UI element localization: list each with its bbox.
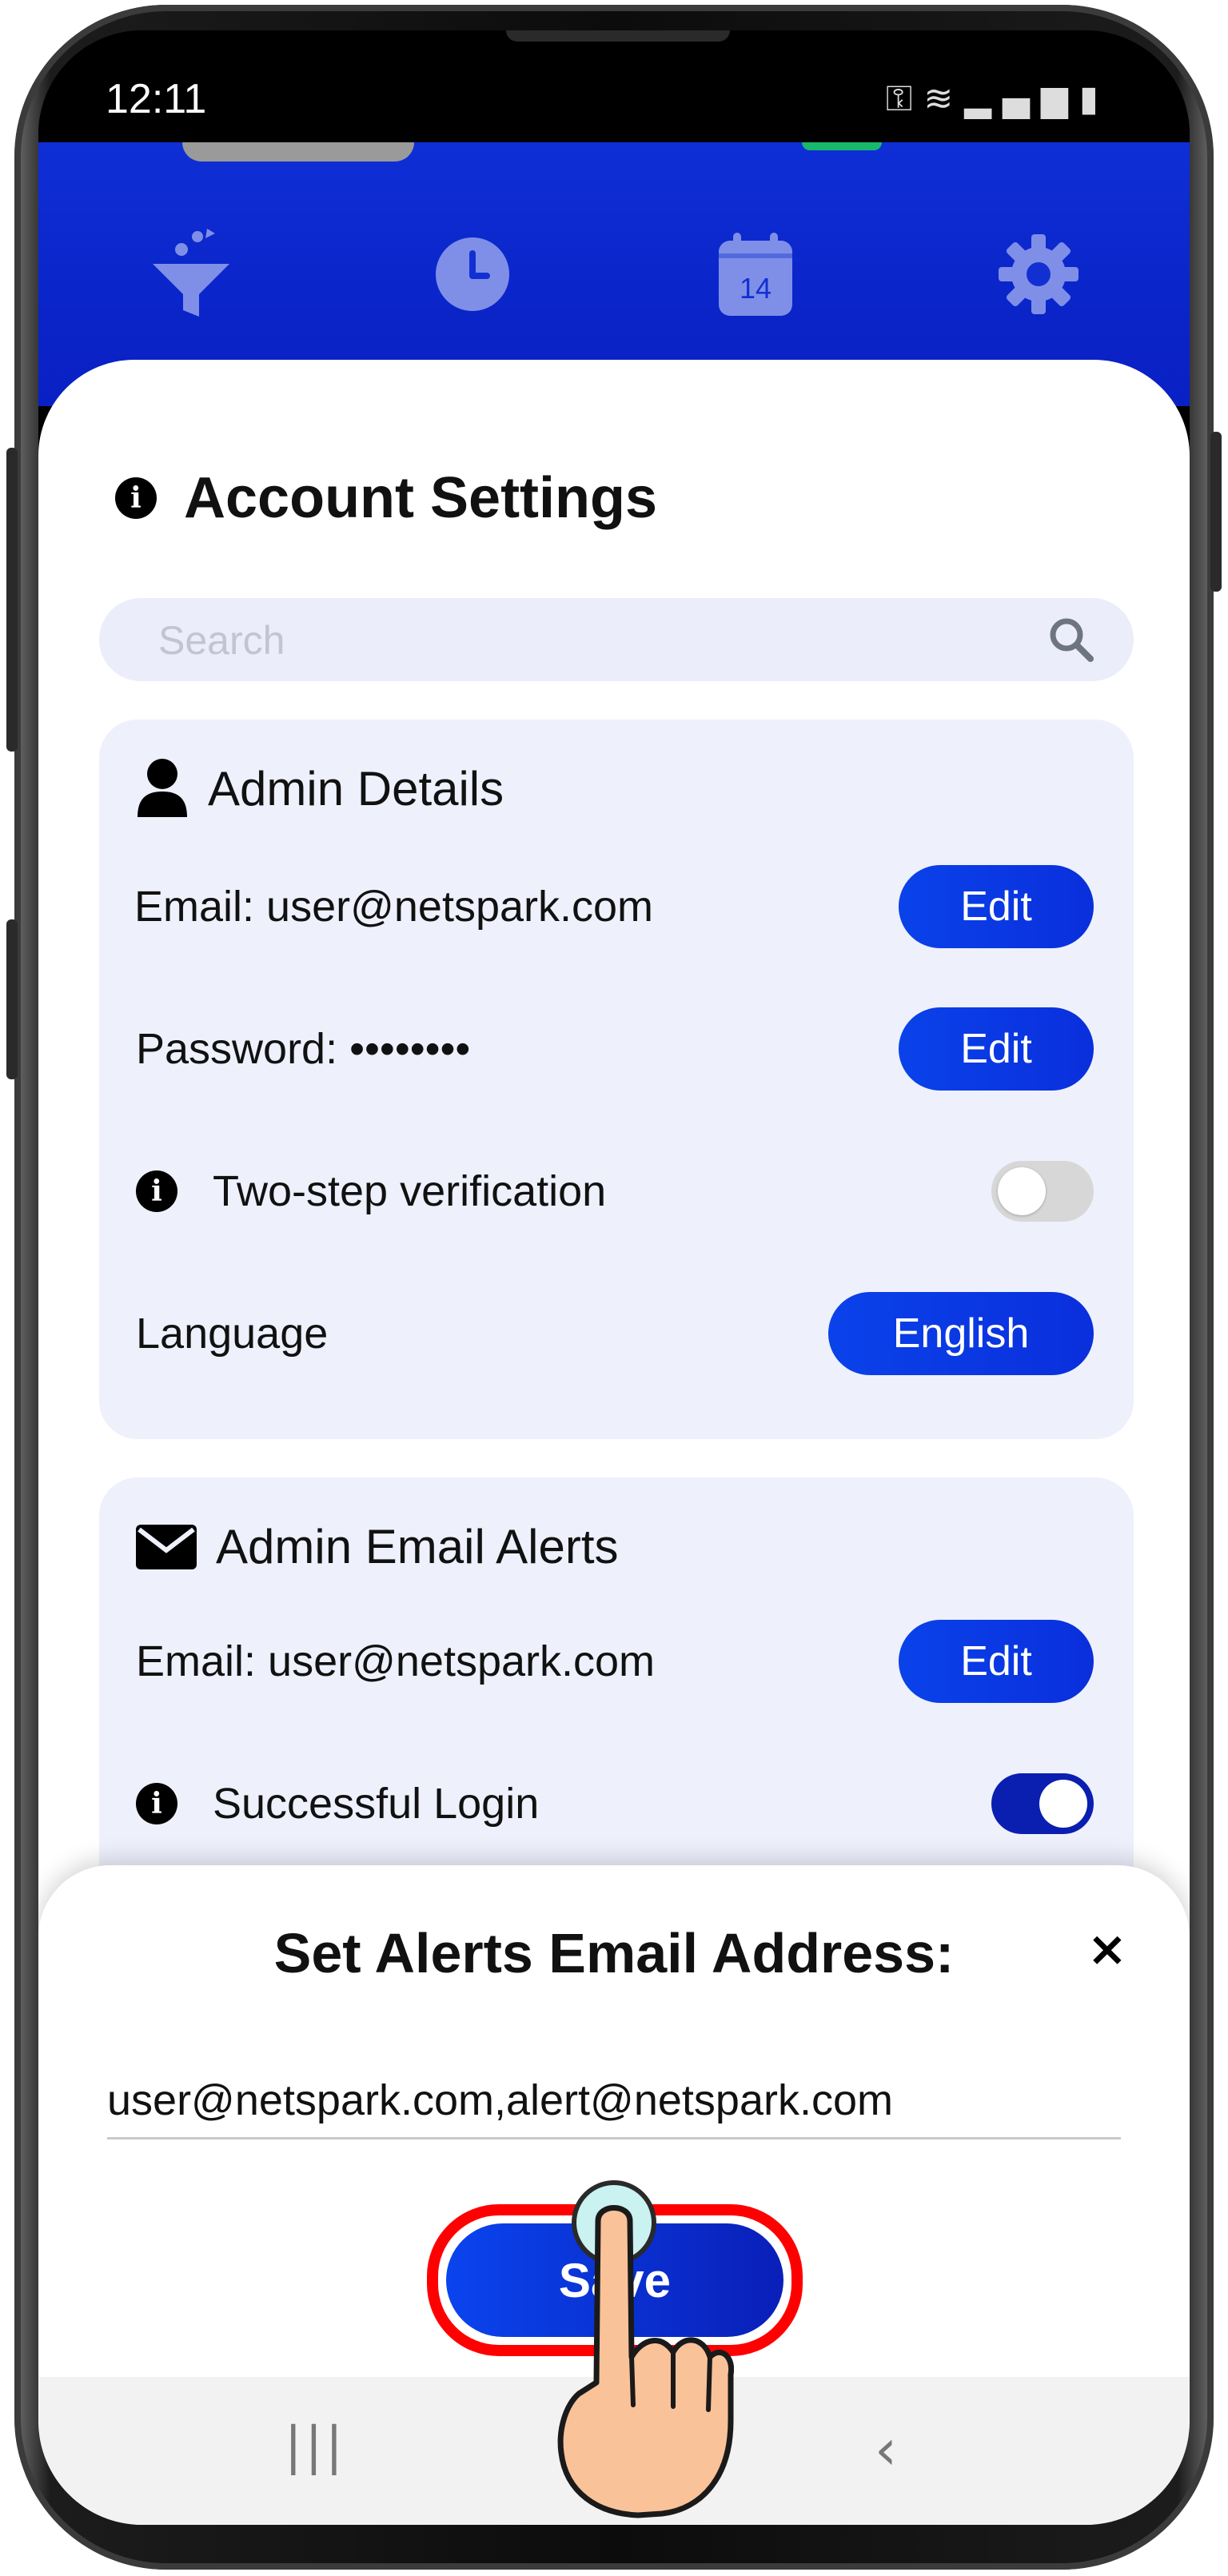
wifi-icon: ≋ bbox=[923, 78, 965, 119]
status-bar: 12:11 ⚿≋▂▄▆▮ bbox=[38, 30, 1190, 142]
recent-apps-icon[interactable]: ||| bbox=[285, 2417, 346, 2476]
screen: 12:11 ⚿≋▂▄▆▮ 14 i Account Settings Searc… bbox=[38, 30, 1190, 2525]
battery-icon: ▮ bbox=[1078, 78, 1110, 119]
admin-details-section: Admin Details Email: user@netspark.com E… bbox=[99, 720, 1134, 1439]
language-button[interactable]: English bbox=[828, 1292, 1094, 1375]
clock-icon[interactable] bbox=[421, 222, 524, 326]
admin-details-header: Admin Details bbox=[136, 758, 504, 819]
info-icon[interactable]: i bbox=[136, 1783, 177, 1824]
side-button bbox=[6, 919, 18, 1079]
calendar-day-number: 14 bbox=[740, 272, 771, 305]
toggle-knob bbox=[1039, 1780, 1087, 1828]
notch bbox=[506, 30, 730, 42]
side-button bbox=[1210, 432, 1222, 592]
back-icon[interactable]: ‹ bbox=[875, 2417, 897, 2482]
edit-password-button[interactable]: Edit bbox=[899, 1007, 1094, 1091]
successful-login-toggle[interactable] bbox=[991, 1773, 1094, 1834]
language-label: Language bbox=[136, 1310, 329, 1358]
successful-login-label: Successful Login bbox=[213, 1780, 540, 1828]
admin-email-alerts-header: Admin Email Alerts bbox=[136, 1519, 619, 1574]
user-icon bbox=[138, 759, 187, 817]
admin-details-title: Admin Details bbox=[208, 761, 504, 815]
header-pill bbox=[802, 142, 882, 150]
calendar-icon[interactable]: 14 bbox=[704, 222, 807, 326]
gear-icon[interactable] bbox=[987, 222, 1090, 326]
title-row: i Account Settings bbox=[115, 462, 657, 534]
side-button bbox=[6, 448, 18, 752]
search-bar bbox=[99, 598, 1134, 683]
two-step-label: Two-step verification bbox=[213, 1167, 607, 1215]
modal-title: Set Alerts Email Address: bbox=[273, 1922, 955, 1984]
search-input[interactable] bbox=[157, 598, 999, 683]
status-time: 12:11 bbox=[106, 76, 207, 122]
admin-email-alerts-title: Admin Email Alerts bbox=[216, 1520, 619, 1573]
header-pill bbox=[182, 142, 414, 161]
two-step-toggle[interactable] bbox=[991, 1161, 1094, 1222]
edit-email-button[interactable]: Edit bbox=[899, 865, 1094, 948]
key-icon: ⚿ bbox=[885, 78, 924, 119]
successful-login-row: i Successful Login bbox=[136, 1762, 539, 1845]
status-icons: ⚿≋▂▄▆▮ bbox=[886, 78, 1110, 119]
info-icon[interactable]: i bbox=[115, 477, 157, 519]
signal-icon: ▂▄▆ bbox=[964, 78, 1079, 119]
admin-password-label: Password: •••••••• bbox=[136, 1025, 471, 1073]
admin-email-label: Email: user@netspark.com bbox=[134, 883, 654, 931]
alerts-email-label: Email: user@netspark.com bbox=[136, 1637, 656, 1685]
alerts-email-input[interactable] bbox=[107, 2064, 1121, 2139]
info-icon[interactable]: i bbox=[136, 1170, 177, 1212]
edit-alerts-email-button[interactable]: Edit bbox=[899, 1620, 1094, 1703]
search-icon[interactable] bbox=[1047, 616, 1095, 664]
page-title: Account Settings bbox=[184, 466, 658, 530]
filter-icon[interactable] bbox=[139, 222, 243, 326]
tap-hand-icon bbox=[557, 2180, 734, 2518]
envelope-icon bbox=[136, 1524, 197, 1569]
toggle-knob bbox=[998, 1167, 1046, 1215]
two-step-row: i Two-step verification bbox=[136, 1150, 606, 1233]
close-icon[interactable]: × bbox=[1087, 1921, 1127, 1977]
